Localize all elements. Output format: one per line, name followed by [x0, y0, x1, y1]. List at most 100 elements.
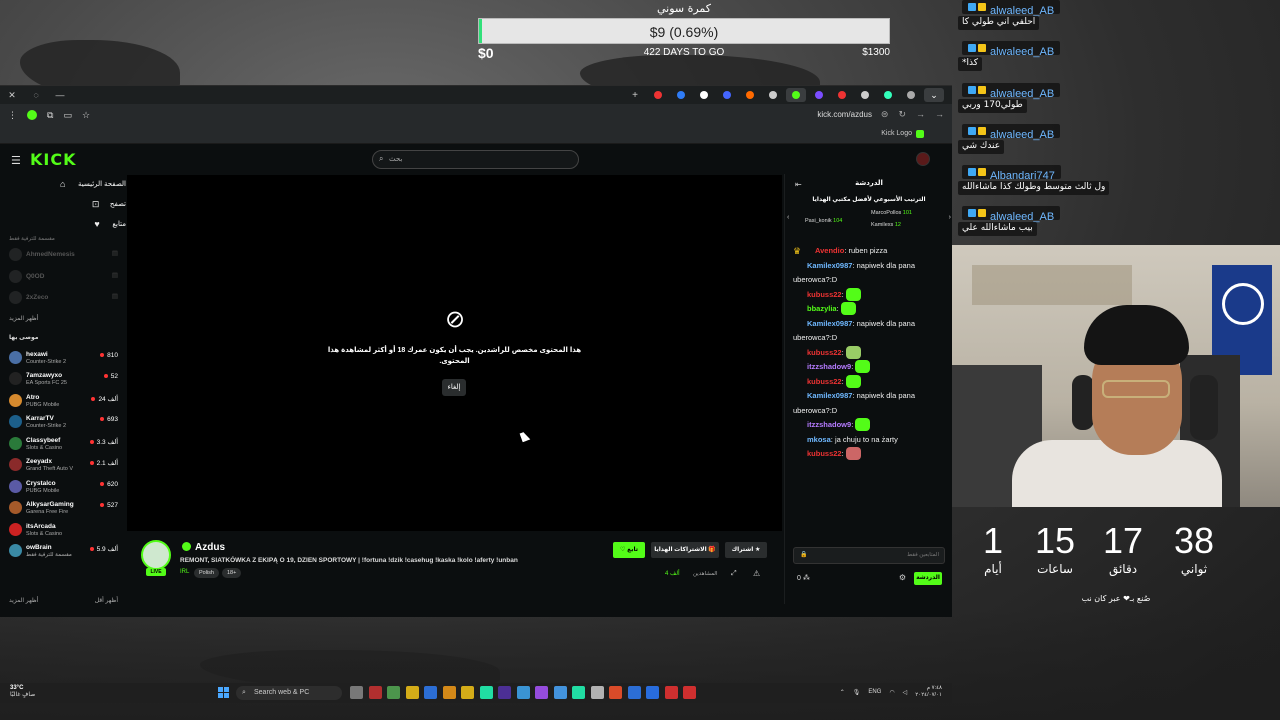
taskbar-search[interactable]: ⌕ Search web & PC	[236, 686, 342, 700]
browser-tab[interactable]	[763, 88, 783, 102]
screenshot-icon[interactable]: ▭	[63, 110, 72, 121]
chevron-left-icon[interactable]: ‹	[787, 214, 789, 221]
sidebar-item-following[interactable]: ♥ متابع	[0, 214, 126, 234]
chat-username[interactable]: mkosa	[807, 435, 831, 444]
chat-username[interactable]: Kamilex0987	[807, 319, 852, 328]
followed-channel[interactable]: 2xZeco ▤	[0, 287, 126, 309]
recommended-channel[interactable]: Crystalco PUBG Mobile 620	[0, 476, 126, 498]
recommended-channel[interactable]: KarrarTV Counter-Strike 2 693	[0, 411, 126, 433]
taskbar-app-icon[interactable]	[498, 686, 511, 699]
bookmark-kick-logo[interactable]: Kick Logo	[881, 130, 912, 137]
menu-dots-icon[interactable]: ⋮	[8, 110, 17, 121]
cancel-button[interactable]: إلغاء	[442, 379, 466, 396]
browser-tab[interactable]	[740, 88, 760, 102]
browser-tab[interactable]	[671, 88, 691, 102]
taskbar-app-icon[interactable]	[350, 686, 363, 699]
chat-username[interactable]: kubuss22	[807, 449, 842, 458]
tag-age[interactable]: 18+	[222, 568, 242, 578]
chat-username[interactable]: itzzshadow9	[807, 362, 851, 371]
tab-search-chevron-icon[interactable]: ⌄	[924, 88, 944, 102]
recommended-channel[interactable]: 7amzawyxo EA Sports FC 25 52	[0, 368, 126, 390]
bookmark-star-icon[interactable]: ☆	[82, 110, 90, 121]
followed-channel[interactable]: Q0OD ▤	[0, 266, 126, 288]
stream-category[interactable]: IRL	[180, 569, 189, 575]
recommended-channel[interactable]: AlkysarGaming Garena Free Fire 527	[0, 497, 126, 519]
volume-icon[interactable]: ◁	[903, 689, 908, 696]
gift-subs-button[interactable]: 🎁 الاشتراكات الهدايا	[651, 542, 719, 558]
hamburger-menu-icon[interactable]: ☰	[11, 154, 21, 167]
taskbar-clock[interactable]: ٧:٤٨ م ٢٠٢٤/٠٧/٠١	[915, 685, 942, 699]
show-more-link[interactable]: أظهر المزيد	[0, 309, 126, 328]
taskbar-app-icon[interactable]	[572, 686, 585, 699]
taskbar-app-icon[interactable]	[461, 686, 474, 699]
show-less-link[interactable]: أظهر أقل	[95, 597, 118, 604]
taskbar-app-icon[interactable]	[683, 686, 696, 699]
chat-username[interactable]: Kamilex0987	[807, 391, 852, 400]
sidebar-item-browse[interactable]: ⊡ تصفح	[0, 194, 126, 214]
kick-bookmark-icon[interactable]	[916, 130, 924, 138]
microphone-icon[interactable]: 🎙	[853, 689, 861, 696]
recommended-channel[interactable]: itsArcada Slots & Casino	[0, 519, 126, 541]
channel-points[interactable]: 0 ⁂	[797, 574, 810, 582]
recommended-channel[interactable]: Zeeyadx Grand Theft Auto V 2.1 ألف	[0, 454, 126, 476]
weather-widget[interactable]: 33°C صافٍ غالبًا	[10, 685, 35, 699]
recommended-channel[interactable]: hexawi Counter-Strike 2 810	[0, 347, 126, 369]
chat-username[interactable]: kubuss22	[807, 290, 842, 299]
taskbar-app-icon[interactable]	[424, 686, 437, 699]
browser-tab[interactable]	[786, 88, 806, 102]
share-icon[interactable]: ⤢	[731, 570, 737, 578]
user-avatar[interactable]	[916, 152, 930, 166]
tag-language[interactable]: Polish	[194, 568, 219, 578]
extension-icon[interactable]	[27, 110, 37, 120]
back-icon[interactable]: →	[935, 109, 944, 120]
taskbar-app-icon[interactable]	[609, 686, 622, 699]
chat-username[interactable]: Kamilex0987	[807, 261, 852, 270]
chat-username[interactable]: Avendio	[815, 246, 844, 255]
chevron-up-icon[interactable]: ⌃	[840, 689, 845, 696]
recommended-channel[interactable]: owBrain مقسمة للترفية فقط 5.9 ألف	[0, 540, 126, 562]
taskbar-app-icon[interactable]	[405, 686, 419, 699]
taskbar-app-icon[interactable]	[646, 686, 659, 699]
chat-username[interactable]: kubuss22	[807, 348, 842, 357]
minimize-window-icon[interactable]: —	[48, 90, 72, 100]
taskbar-app-icon[interactable]	[590, 686, 604, 699]
site-info-icon[interactable]: ⊜	[881, 109, 889, 120]
kick-logo[interactable]: KICK	[30, 150, 77, 169]
taskbar-app-icon[interactable]	[442, 686, 456, 699]
subscribe-button[interactable]: ★ اشتراك	[725, 542, 767, 558]
chat-username[interactable]: itzzshadow9	[807, 420, 851, 429]
taskbar-app-icon[interactable]	[387, 686, 400, 699]
show-more-recommended[interactable]: أظهر المزيد	[9, 597, 38, 604]
chat-input[interactable]: 🔒 المتابعين فقط	[793, 547, 945, 564]
taskbar-app-icon[interactable]	[664, 686, 678, 699]
url-field[interactable]: kick.com/azdus	[817, 110, 872, 119]
report-icon[interactable]: ⚠	[753, 569, 760, 578]
taskbar-app-icon[interactable]	[479, 686, 493, 699]
windows-start-icon[interactable]	[218, 687, 229, 698]
forward-icon[interactable]: →	[916, 109, 925, 120]
browser-tab[interactable]	[717, 88, 737, 102]
follow-button[interactable]: ♡ تابع	[613, 542, 645, 558]
search-input[interactable]: ⌕ بحث	[372, 150, 579, 169]
streamer-avatar[interactable]	[141, 540, 171, 570]
browser-tab[interactable]	[694, 88, 714, 102]
collapse-chat-icon[interactable]: ⇤	[795, 180, 802, 189]
streamer-name[interactable]: Azdus	[182, 542, 225, 553]
reload-icon[interactable]: ↻	[898, 109, 906, 120]
recommended-channel[interactable]: Classybeef Slots & Casino 3.3 ألف	[0, 433, 126, 455]
extensions-icon[interactable]: ⧉	[47, 110, 53, 121]
chat-send-button[interactable]: الدردشة	[914, 572, 942, 585]
language-indicator[interactable]: ENG	[868, 689, 881, 695]
browser-tab[interactable]	[832, 88, 852, 102]
followed-channel[interactable]: AhmedNemesis ▤	[0, 244, 126, 266]
chat-settings-icon[interactable]: ⚙	[899, 573, 906, 582]
wifi-icon[interactable]: ◠	[889, 689, 894, 696]
new-tab-icon[interactable]: +	[625, 88, 645, 102]
taskbar-app-icon[interactable]	[368, 686, 382, 699]
taskbar-app-icon[interactable]	[627, 686, 641, 699]
browser-tab[interactable]	[855, 88, 875, 102]
taskbar-app-icon[interactable]	[553, 686, 567, 699]
close-window-icon[interactable]: ✕	[0, 90, 24, 101]
chat-username[interactable]: kubuss22	[807, 377, 842, 386]
taskbar-app-icon[interactable]	[535, 686, 548, 699]
